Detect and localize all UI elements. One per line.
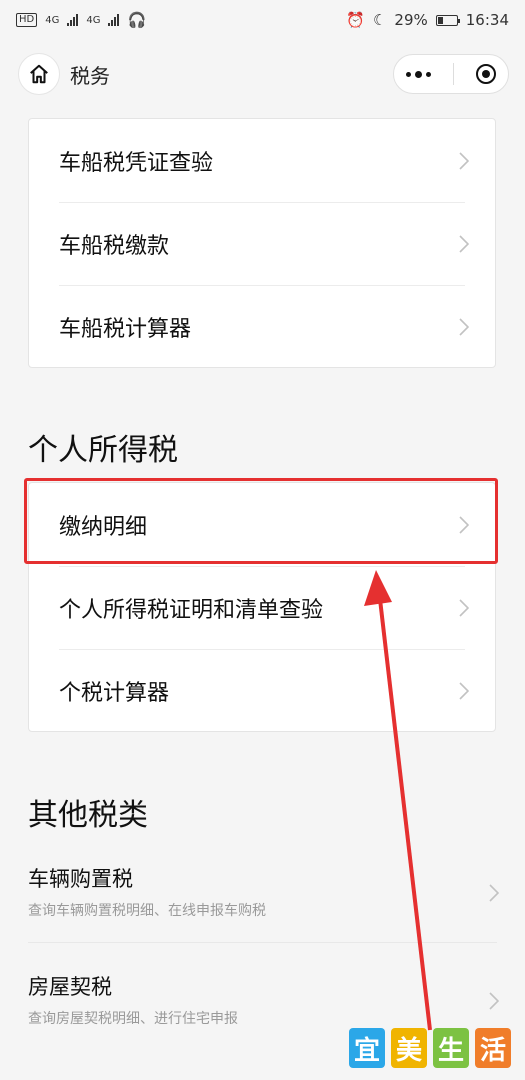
menu-item-tax-certificate-verify[interactable]: 个人所得税证明和清单查验 [29, 566, 495, 649]
watermark-char: 生 [433, 1028, 469, 1068]
headset-icon: 🎧 [127, 11, 147, 29]
hd-badge: HD [16, 13, 38, 27]
status-right: ⏰ ☾ 29% 16:34 [346, 11, 509, 29]
menu-item-label: 个税计算器 [59, 680, 170, 706]
watermark-logo: 宜 美 生 活 [349, 1028, 511, 1068]
menu-item-label: 个人所得税证明和清单查验 [59, 597, 324, 623]
chevron-right-icon [459, 317, 469, 336]
menu-item-description: 查询房屋契税明细、进行住宅申报 [28, 1011, 238, 1027]
menu-item-income-tax-calculator[interactable]: 个税计算器 [29, 649, 495, 732]
status-bar: HD 4G 4G 🎧 ⏰ ☾ 29% 16:34 [0, 0, 525, 40]
chevron-right-icon [459, 151, 469, 170]
menu-item-title: 房屋契税 [28, 975, 112, 999]
watermark-char: 宜 [349, 1028, 385, 1068]
network-4g-label-2: 4G [86, 14, 101, 26]
clock-time: 16:34 [465, 11, 509, 29]
capsule-divider [453, 63, 454, 85]
signal-icon-2 [108, 14, 120, 26]
mini-program-capsule [393, 54, 509, 94]
watermark-char: 活 [475, 1028, 511, 1068]
vehicle-tax-card: 车船税凭证查验 车船税缴款 车船税计算器 [28, 118, 496, 368]
battery-percent: 29% [394, 11, 428, 29]
network-4g-label-1: 4G [45, 14, 60, 26]
section-title-other-tax: 其他税类 [28, 798, 148, 833]
chevron-right-icon [459, 681, 469, 700]
signal-icon [67, 14, 79, 26]
watermark-char: 美 [391, 1028, 427, 1068]
page-title: 税务 [70, 63, 110, 88]
menu-item-vehicle-tax-payment[interactable]: 车船税缴款 [29, 202, 495, 285]
target-close-icon[interactable] [476, 64, 496, 84]
menu-item-label: 车船税计算器 [59, 316, 192, 342]
menu-item-title: 车辆购置税 [28, 867, 133, 891]
row-divider [28, 942, 497, 943]
nav-left: 税务 [18, 53, 110, 95]
menu-item-label: 车船税凭证查验 [59, 150, 214, 176]
chevron-right-icon [489, 883, 499, 902]
menu-item-label: 车船税缴款 [59, 233, 170, 259]
section-title-personal-tax: 个人所得税 [28, 433, 178, 468]
menu-item-vehicle-tax-calculator[interactable]: 车船税计算器 [29, 285, 495, 368]
chevron-right-icon [459, 598, 469, 617]
menu-item-vehicle-tax-certificate[interactable]: 车船税凭证查验 [29, 119, 495, 202]
chevron-right-icon [489, 991, 499, 1010]
home-button[interactable] [18, 53, 60, 95]
highlight-box [24, 478, 498, 564]
menu-item-vehicle-purchase-tax[interactable]: 车辆购置税 查询车辆购置税明细、在线申报车购税 [0, 845, 525, 940]
home-icon [30, 64, 48, 84]
battery-icon [435, 14, 460, 26]
menu-item-description: 查询车辆购置税明细、在线申报车购税 [28, 903, 266, 919]
chevron-right-icon [459, 234, 469, 253]
more-dots-icon[interactable] [406, 70, 431, 78]
moon-icon: ☾ [372, 11, 387, 29]
status-left: HD 4G 4G 🎧 [16, 11, 146, 29]
alarm-icon: ⏰ [346, 11, 365, 29]
nav-bar: 税务 [0, 40, 525, 108]
